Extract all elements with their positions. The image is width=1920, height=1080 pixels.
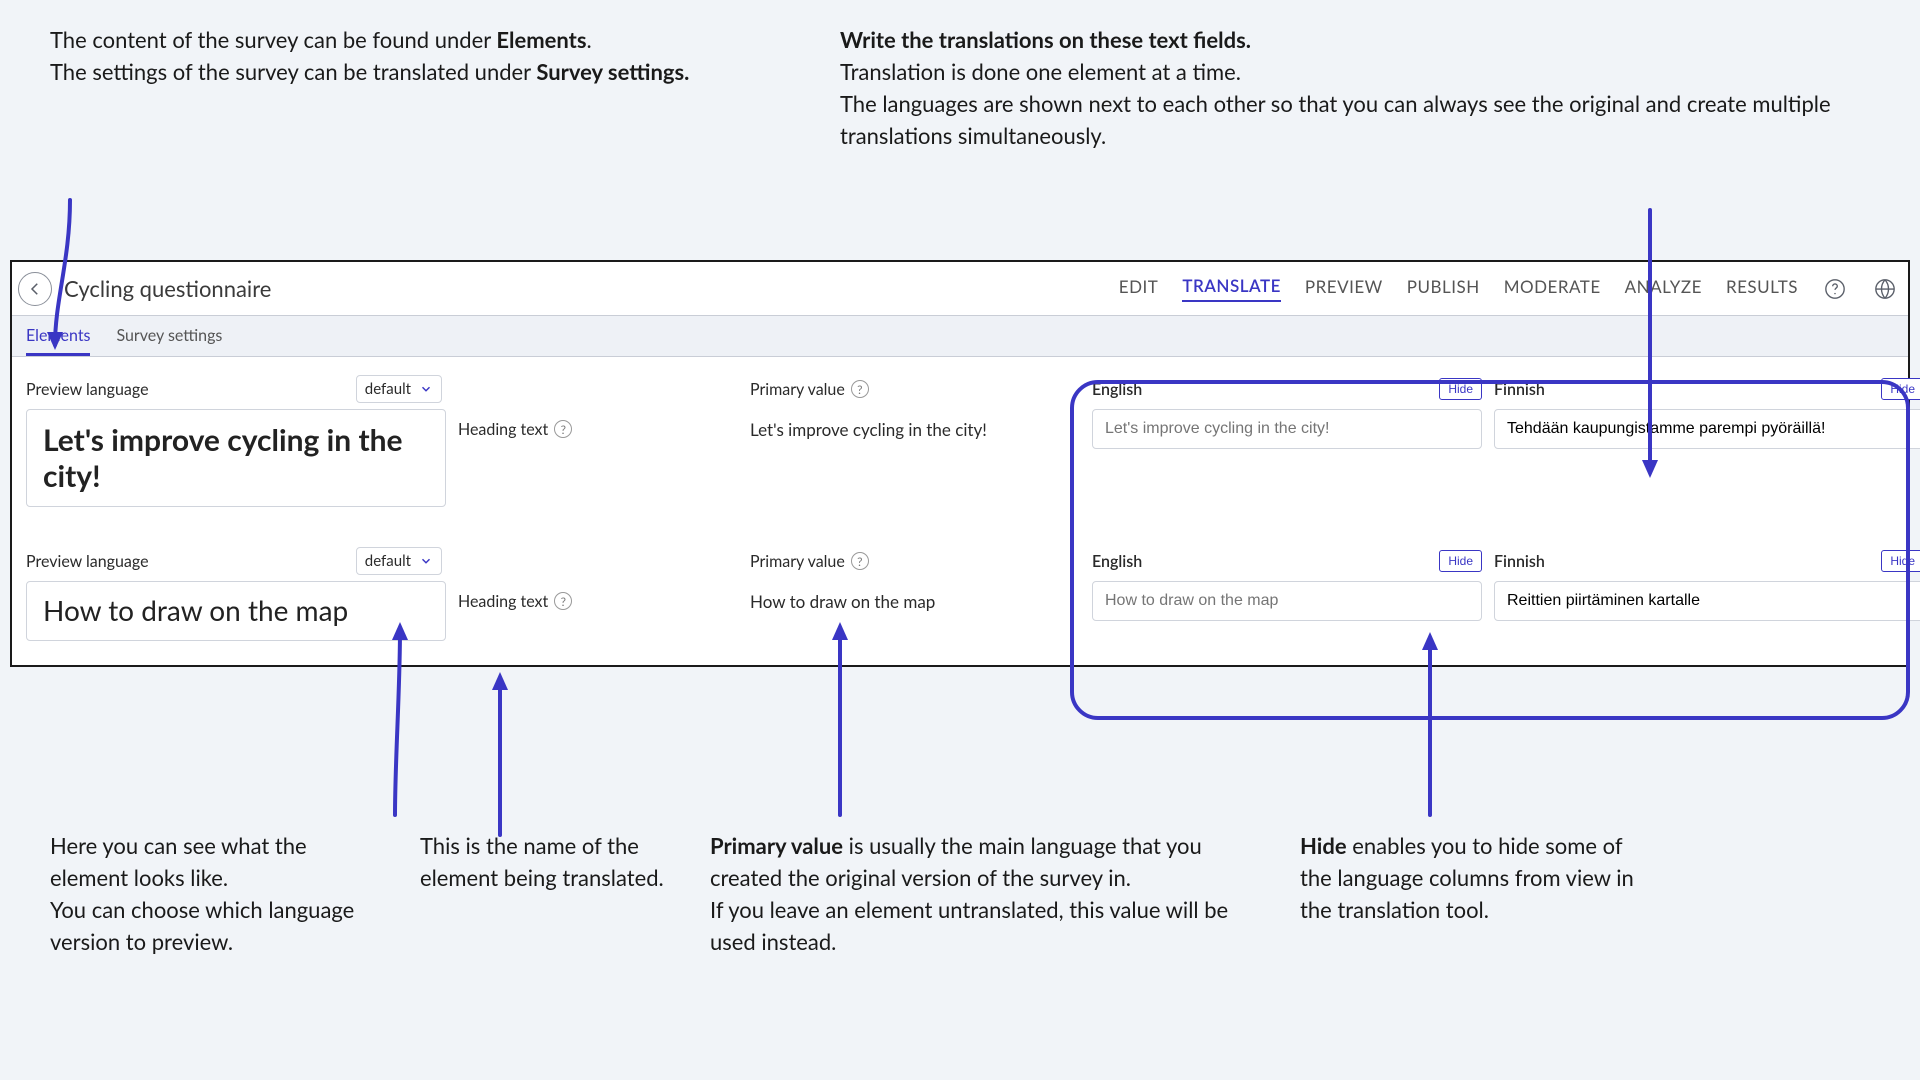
nav-results[interactable]: RESULTS xyxy=(1726,276,1798,301)
element-name-2: Heading text ? xyxy=(458,581,738,621)
primary-value-header: Primary value ? xyxy=(750,541,1080,581)
text: The languages are shown next to each oth… xyxy=(840,90,1831,149)
text-bold: Elements xyxy=(496,26,586,53)
finnish-input-2[interactable] xyxy=(1494,581,1920,621)
preview-language-label: Preview language xyxy=(26,552,149,571)
arrow-left-icon xyxy=(26,280,44,298)
text: Here you can see what the element looks … xyxy=(50,832,307,891)
annotation-primary-value: Primary value is usually the main langua… xyxy=(710,830,1260,958)
annotation-top-left: The content of the survey can be found u… xyxy=(50,24,730,88)
text-bold: Primary value xyxy=(710,832,843,859)
label: Heading text xyxy=(458,592,548,611)
nav-preview[interactable]: PREVIEW xyxy=(1305,276,1383,301)
finnish-column-header: Finnish Hide xyxy=(1494,541,1920,581)
hide-finnish-button[interactable]: Hide xyxy=(1881,550,1920,572)
text-bold: Write the translations on these text fie… xyxy=(840,26,1251,53)
subtab-elements[interactable]: Elements xyxy=(26,326,90,356)
subtabs: Elements Survey settings xyxy=(12,316,1908,357)
english-input-2[interactable] xyxy=(1092,581,1482,621)
text: . xyxy=(587,26,592,53)
label: English xyxy=(1092,552,1142,571)
help-icon[interactable]: ? xyxy=(851,552,869,570)
chevron-down-icon xyxy=(419,554,433,568)
top-nav: EDIT TRANSLATE PREVIEW PUBLISH MODERATE … xyxy=(1119,275,1898,302)
chevron-down-icon xyxy=(419,382,433,396)
nav-edit[interactable]: EDIT xyxy=(1119,276,1159,301)
translate-grid: Preview language default Primary value ?… xyxy=(12,357,1908,665)
help-icon[interactable]: ? xyxy=(554,420,572,438)
nav-translate[interactable]: TRANSLATE xyxy=(1182,275,1281,302)
text: This is the name of the element being tr… xyxy=(420,832,664,891)
primary-value-header: Primary value ? xyxy=(750,369,1080,409)
english-column-header: English Hide xyxy=(1092,541,1482,581)
element-name-1: Heading text ? xyxy=(458,409,738,449)
nav-moderate[interactable]: MODERATE xyxy=(1504,276,1601,301)
hide-finnish-button[interactable]: Hide xyxy=(1881,378,1920,400)
help-icon[interactable]: ? xyxy=(554,592,572,610)
preview-language-label: Preview language xyxy=(26,380,149,399)
text: You can choose which language version to… xyxy=(50,896,354,955)
survey-title: Cycling questionnaire xyxy=(64,275,271,302)
text: Translation is done one element at a tim… xyxy=(840,58,1241,85)
preview-language-value: default xyxy=(365,552,411,570)
help-icon xyxy=(1824,278,1846,300)
label: Finnish xyxy=(1494,380,1545,399)
hide-english-button[interactable]: Hide xyxy=(1439,550,1482,572)
help-icon[interactable]: ? xyxy=(851,380,869,398)
preview-language-select[interactable]: default xyxy=(356,375,442,403)
subtab-survey-settings[interactable]: Survey settings xyxy=(116,326,222,356)
annotation-preview: Here you can see what the element looks … xyxy=(50,830,390,958)
finnish-column-header: Finnish Hide xyxy=(1494,369,1920,409)
primary-value-1: Let's improve cycling in the city! xyxy=(750,419,987,440)
nav-publish[interactable]: PUBLISH xyxy=(1407,276,1480,301)
preview-language-row: Preview language default xyxy=(26,541,446,581)
label: Finnish xyxy=(1494,552,1545,571)
text: The content of the survey can be found u… xyxy=(50,26,496,53)
text: If you leave an element untranslated, th… xyxy=(710,896,1228,955)
annotation-hide: Hide enables you to hide some of the lan… xyxy=(1300,830,1640,926)
preview-language-select[interactable]: default xyxy=(356,547,442,575)
text-bold: Hide xyxy=(1300,832,1347,859)
english-input-1[interactable] xyxy=(1092,409,1482,449)
nav-analyze[interactable]: ANALYZE xyxy=(1625,276,1702,301)
preview-language-row: Preview language default xyxy=(26,369,446,409)
text: enables you to hide some of the language… xyxy=(1300,832,1634,923)
app-header: Cycling questionnaire EDIT TRANSLATE PRE… xyxy=(12,262,1908,316)
back-button[interactable] xyxy=(18,272,52,306)
annotation-top-right: Write the translations on these text fie… xyxy=(840,24,1840,152)
text: The settings of the survey can be transl… xyxy=(50,58,536,85)
finnish-input-1[interactable] xyxy=(1494,409,1920,449)
help-button[interactable] xyxy=(1822,276,1848,302)
language-button[interactable] xyxy=(1872,276,1898,302)
label: Primary value xyxy=(750,552,845,571)
primary-value-2: How to draw on the map xyxy=(750,591,935,612)
app-window: Cycling questionnaire EDIT TRANSLATE PRE… xyxy=(10,260,1910,667)
label: English xyxy=(1092,380,1142,399)
globe-icon xyxy=(1874,278,1896,300)
preview-language-value: default xyxy=(365,380,411,398)
annotation-element-name: This is the name of the element being tr… xyxy=(420,830,690,894)
text-bold: Survey settings. xyxy=(536,58,689,85)
english-column-header: English Hide xyxy=(1092,369,1482,409)
hide-english-button[interactable]: Hide xyxy=(1439,378,1482,400)
label: Primary value xyxy=(750,380,845,399)
preview-heading-1: Let's improve cycling in the city! xyxy=(26,409,446,507)
preview-heading-2: How to draw on the map xyxy=(26,581,446,641)
label: Heading text xyxy=(458,420,548,439)
